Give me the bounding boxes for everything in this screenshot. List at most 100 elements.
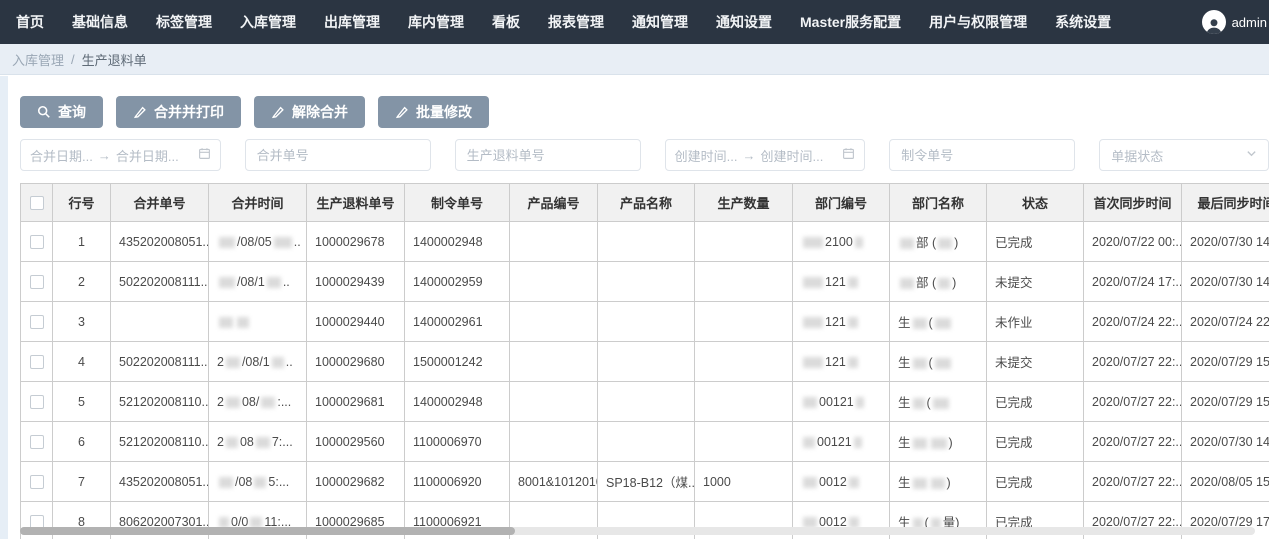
table-row[interactable]: 6521202008110...2087:...1000029560110000… [21,422,1269,462]
cell-last_sync: 2020/07/29 15:... [1182,382,1269,422]
nav-item-outbound-mgmt[interactable]: 出库管理 [324,12,380,32]
redacted-blur [938,278,950,289]
cell-status: 未提交 [987,342,1084,382]
cell-return_no: 1000029681 [307,382,405,422]
return-no-input[interactable] [455,139,641,171]
column-header-order_no: 制令单号 [405,184,510,222]
column-header-qty: 生产数量 [695,184,793,222]
nav-item-inbound-mgmt[interactable]: 入库管理 [240,12,296,32]
nav-item-home[interactable]: 首页 [16,12,44,32]
cell-merge_time [209,302,307,342]
table-row[interactable]: 310000294401400002961121生(未作业2020/07/24 … [21,302,1269,342]
left-gutter [0,76,8,539]
create-time-end: 创建时间... [760,146,823,165]
table-row[interactable]: 2502202008111.../08/1..10000294391400002… [21,262,1269,302]
row-checkbox[interactable] [30,435,44,449]
redacted-blur [226,437,238,448]
merge-no-input[interactable] [245,139,431,171]
cell-dept_name: 生( [890,342,987,382]
nav-item-basic-info[interactable]: 基础信息 [72,12,128,32]
redacted-blur [854,437,862,448]
cell-status: 未作业 [987,302,1084,342]
horizontal-scrollbar-track[interactable] [20,527,1255,535]
column-header-merge_no: 合并单号 [111,184,209,222]
user-avatar-icon [1202,10,1226,34]
redacted-blur [226,397,240,408]
cell-qty [695,262,793,302]
top-nav: 首页 基础信息 标签管理 入库管理 出库管理 库内管理 看板 报表管理 通知管理… [0,0,1269,44]
cell-order_no: 1100006920 [405,462,510,502]
horizontal-scrollbar-thumb[interactable] [20,527,515,535]
merge-print-button[interactable]: 合并并打印 [116,96,241,128]
cell-dept_name: 生( [890,302,987,342]
cell-return_no: 1000029560 [307,422,405,462]
row-checkbox[interactable] [30,235,44,249]
cell-product_name [598,262,695,302]
unmerge-button[interactable]: 解除合并 [254,96,365,128]
create-time-start: 创建时间... [675,146,738,165]
table-row[interactable]: 1435202008051.../08/05..1000029678140000… [21,222,1269,262]
filter-bar: 合并日期... → 合并日期... 创建时间... → 创建时间... 单据状态 [20,139,1269,171]
cell-merge_time: /08/05.. [209,222,307,262]
cell-num: 5 [53,382,111,422]
nav-item-warehouse-mgmt[interactable]: 库内管理 [408,12,464,32]
redacted-blur [803,397,817,408]
cell-dept_no: 0012 [793,462,890,502]
row-checkbox[interactable] [30,475,44,489]
redacted-blur [803,477,817,488]
nav-item-dashboard[interactable]: 看板 [492,12,520,32]
range-arrow: → [98,148,111,163]
redacted-blur [803,437,815,448]
cell-first_sync: 2020/07/27 22:... [1084,342,1182,382]
nav-item-report-mgmt[interactable]: 报表管理 [548,12,604,32]
breadcrumb-parent[interactable]: 入库管理 [12,50,64,69]
cell-product_name [598,382,695,422]
cell-dept_name: 生) [890,422,987,462]
redacted-blur [272,357,284,368]
merge-date-range-picker[interactable]: 合并日期... → 合并日期... [20,139,221,171]
search-button[interactable]: 查询 [20,96,103,128]
cell-num: 6 [53,422,111,462]
toolbar: 查询 合并并打印 解除合并 批量修改 [20,96,1269,128]
cell-status: 已完成 [987,382,1084,422]
cell-dept_no: 00121 [793,382,890,422]
batch-edit-button[interactable]: 批量修改 [378,96,489,128]
nav-item-notify-mgmt[interactable]: 通知管理 [632,12,688,32]
doc-status-select[interactable]: 单据状态 [1099,139,1269,171]
column-header-last_sync: 最后同步时间 [1182,184,1269,222]
redacted-blur [913,358,927,369]
create-time-range-picker[interactable]: 创建时间... → 创建时间... [665,139,866,171]
cell-qty [695,422,793,462]
cell-status: 未提交 [987,262,1084,302]
cell-first_sync: 2020/07/24 22:... [1084,302,1182,342]
cell-qty [695,302,793,342]
cell-sel [21,302,53,342]
row-checkbox[interactable] [30,275,44,289]
nav-item-user-permission[interactable]: 用户与权限管理 [929,12,1027,32]
nav-item-label-mgmt[interactable]: 标签管理 [156,12,212,32]
redacted-blur [913,318,927,329]
select-all-checkbox[interactable] [30,196,44,210]
cell-first_sync: 2020/07/22 00:... [1084,222,1182,262]
unmerge-button-label: 解除合并 [292,102,348,122]
row-checkbox[interactable] [30,395,44,409]
table-row[interactable]: 7435202008051.../085:...1000029682110000… [21,462,1269,502]
nav-item-master-config[interactable]: Master服务配置 [800,12,901,32]
edit-icon [133,105,147,119]
table-row[interactable]: 5521202008110...208/:...1000029681140000… [21,382,1269,422]
cell-return_no: 1000029680 [307,342,405,382]
cell-merge_time: 208/:... [209,382,307,422]
user-menu[interactable]: admin [1202,10,1267,34]
cell-return_no: 1000029678 [307,222,405,262]
column-header-product_name: 产品名称 [598,184,695,222]
nav-item-system-settings[interactable]: 系统设置 [1055,12,1111,32]
cell-return_no: 1000029439 [307,262,405,302]
row-checkbox[interactable] [30,355,44,369]
order-no-input[interactable] [889,139,1075,171]
redacted-blur [935,318,951,329]
nav-item-notify-settings[interactable]: 通知设置 [716,12,772,32]
cell-status: 已完成 [987,462,1084,502]
table-row[interactable]: 4502202008111...2/08/1..1000029680150000… [21,342,1269,382]
redacted-blur [900,278,914,289]
row-checkbox[interactable] [30,315,44,329]
